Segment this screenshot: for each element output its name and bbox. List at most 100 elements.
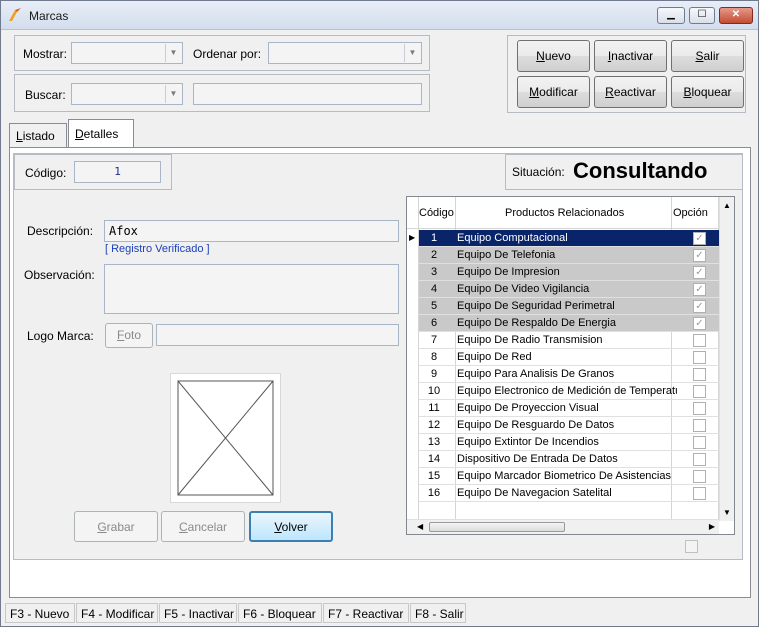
table-row[interactable]: 11 Equipo De Proyeccion Visual xyxy=(419,400,722,417)
ordenar-label: Ordenar por: xyxy=(193,47,262,61)
table-row[interactable]: 2 Equipo De Telefonia ✓ xyxy=(419,247,722,264)
window-title: Marcas xyxy=(29,9,69,23)
chevron-down-icon: ▼ xyxy=(404,44,420,62)
unchecked-checkbox[interactable] xyxy=(693,402,706,415)
row-code: 7 xyxy=(430,334,438,346)
row-code: 6 xyxy=(430,317,438,329)
salir-button[interactable]: Salir xyxy=(671,40,744,72)
minimize-button[interactable]: ▁ xyxy=(657,7,685,24)
table-row[interactable]: 4 Equipo De Video Vigilancia ✓ xyxy=(419,281,722,298)
close-button[interactable]: ✕ xyxy=(719,7,753,24)
observacion-label: Observación: xyxy=(24,268,95,282)
mostrar-combo[interactable]: ▼ xyxy=(71,42,183,64)
table-row[interactable]: 15 Equipo Marcador Biometrico De Asistenc… xyxy=(419,468,722,485)
checked-checkbox[interactable]: ✓ xyxy=(693,300,706,313)
row-code: 11 xyxy=(428,402,440,414)
checked-checkbox[interactable]: ✓ xyxy=(693,232,706,245)
horizontal-scrollbar[interactable]: ◀ ▶ xyxy=(407,519,719,534)
checked-checkbox[interactable]: ✓ xyxy=(693,283,706,296)
codigo-group: Código: 1 xyxy=(14,154,172,190)
unchecked-checkbox[interactable] xyxy=(693,368,706,381)
tab-listado[interactable]: Listado xyxy=(9,123,67,147)
row-code: 2 xyxy=(430,249,438,261)
table-row[interactable]: 13 Equipo Extintor De Incendios xyxy=(419,434,722,451)
search-input[interactable] xyxy=(193,83,422,105)
table-row[interactable]: 9 Equipo Para Analisis De Granos xyxy=(419,366,722,383)
descripcion-field[interactable]: Afox xyxy=(104,220,399,242)
row-code: 1 xyxy=(430,232,438,244)
row-product-name: Equipo De Red xyxy=(457,351,532,363)
table-row[interactable]: 1 Equipo Computacional ✓ xyxy=(419,230,722,247)
row-product-name: Equipo Marcador Biometrico De Asistencia… xyxy=(457,470,671,482)
table-row[interactable]: 7 Equipo De Radio Transmision xyxy=(419,332,722,349)
nuevo-button[interactable]: Nuevo xyxy=(517,40,590,72)
foto-button[interactable]: Foto xyxy=(105,323,153,348)
unchecked-checkbox[interactable] xyxy=(693,385,706,398)
row-product-name: Equipo Electronico de Medición de Temper… xyxy=(457,385,677,397)
table-row[interactable]: 5 Equipo De Seguridad Perimetral ✓ xyxy=(419,298,722,315)
row-pointer-icon: ▶ xyxy=(409,233,416,242)
chevron-down-icon: ▼ xyxy=(165,85,181,103)
table-row[interactable]: 3 Equipo De Impresion ✓ xyxy=(419,264,722,281)
app-icon xyxy=(9,8,21,21)
unchecked-checkbox[interactable] xyxy=(693,487,706,500)
cancelar-button[interactable]: Cancelar xyxy=(161,511,245,542)
row-product-name: Equipo De Radio Transmision xyxy=(457,334,603,346)
unchecked-checkbox[interactable] xyxy=(693,436,706,449)
grabar-button[interactable]: Grabar xyxy=(74,511,158,542)
scroll-left-icon[interactable]: ◀ xyxy=(417,522,423,531)
bloquear-button[interactable]: Bloquear xyxy=(671,76,744,108)
row-code: 14 xyxy=(427,453,441,465)
unchecked-checkbox[interactable] xyxy=(693,334,706,347)
row-code: 13 xyxy=(427,436,441,448)
scroll-down-icon[interactable]: ▼ xyxy=(723,508,731,517)
mostrar-label: Mostrar: xyxy=(23,47,68,61)
table-row[interactable]: 10 Equipo Electronico de Medición de Temp… xyxy=(419,383,722,400)
status-shortcut: F6 - Bloquear xyxy=(238,603,322,623)
situacion-group: Situación: Consultando xyxy=(505,154,743,190)
row-product-name: Equipo De Telefonia xyxy=(457,249,556,261)
table-row[interactable]: 8 Equipo De Red xyxy=(419,349,722,366)
row-code: 9 xyxy=(430,368,438,380)
scroll-right-icon[interactable]: ▶ xyxy=(709,522,715,531)
codigo-field: 1 xyxy=(74,161,161,183)
reactivar-button[interactable]: Reactivar xyxy=(594,76,667,108)
scroll-thumb[interactable] xyxy=(429,522,565,532)
registro-verificado: [ Registro Verificado ] xyxy=(105,243,210,255)
inactivar-button[interactable]: Inactivar xyxy=(594,40,667,72)
row-product-name: Equipo De Proyeccion Visual xyxy=(457,402,599,414)
checked-checkbox[interactable]: ✓ xyxy=(693,317,706,330)
unchecked-checkbox[interactable] xyxy=(693,351,706,364)
row-product-name: Equipo De Impresion xyxy=(457,266,560,278)
logo-marca-label: Logo Marca: xyxy=(27,329,94,343)
row-product-name: Equipo Extintor De Incendios xyxy=(457,436,599,448)
maximize-button[interactable]: ☐ xyxy=(689,7,715,24)
status-shortcut: F7 - Reactivar xyxy=(323,603,409,623)
status-shortcut: F3 - Nuevo xyxy=(5,603,75,623)
row-code: 8 xyxy=(430,351,438,363)
extra-checkbox[interactable] xyxy=(685,540,698,553)
table-row[interactable]: 16 Equipo De Navegacion Satelital xyxy=(419,485,722,502)
table-row[interactable]: 14 Dispositivo De Entrada De Datos xyxy=(419,451,722,468)
observacion-field[interactable] xyxy=(104,264,399,314)
row-code: 12 xyxy=(427,419,441,431)
volver-button[interactable]: Volver xyxy=(249,511,333,542)
unchecked-checkbox[interactable] xyxy=(693,453,706,466)
tab-detalles[interactable]: Detalles xyxy=(68,119,134,148)
table-row[interactable]: 12 Equipo De Resguardo De Datos xyxy=(419,417,722,434)
search-group: Buscar: ▼ xyxy=(14,74,430,112)
unchecked-checkbox[interactable] xyxy=(693,419,706,432)
scroll-up-icon[interactable]: ▲ xyxy=(723,201,731,210)
situacion-value: Consultando xyxy=(573,158,708,183)
unchecked-checkbox[interactable] xyxy=(693,470,706,483)
modificar-button[interactable]: Modificar xyxy=(517,76,590,108)
checked-checkbox[interactable]: ✓ xyxy=(693,249,706,262)
buscar-combo[interactable]: ▼ xyxy=(71,83,183,105)
checked-checkbox[interactable]: ✓ xyxy=(693,266,706,279)
row-product-name: Equipo De Seguridad Perimetral xyxy=(457,300,615,312)
ordenar-combo[interactable]: ▼ xyxy=(268,42,422,64)
table-row[interactable]: 6 Equipo De Respaldo De Energia ✓ xyxy=(419,315,722,332)
vertical-scrollbar[interactable]: ▲ ▼ xyxy=(719,197,734,521)
row-code: 15 xyxy=(427,470,441,482)
actions-group: Nuevo Inactivar Salir Modificar Reactiva… xyxy=(507,35,746,113)
